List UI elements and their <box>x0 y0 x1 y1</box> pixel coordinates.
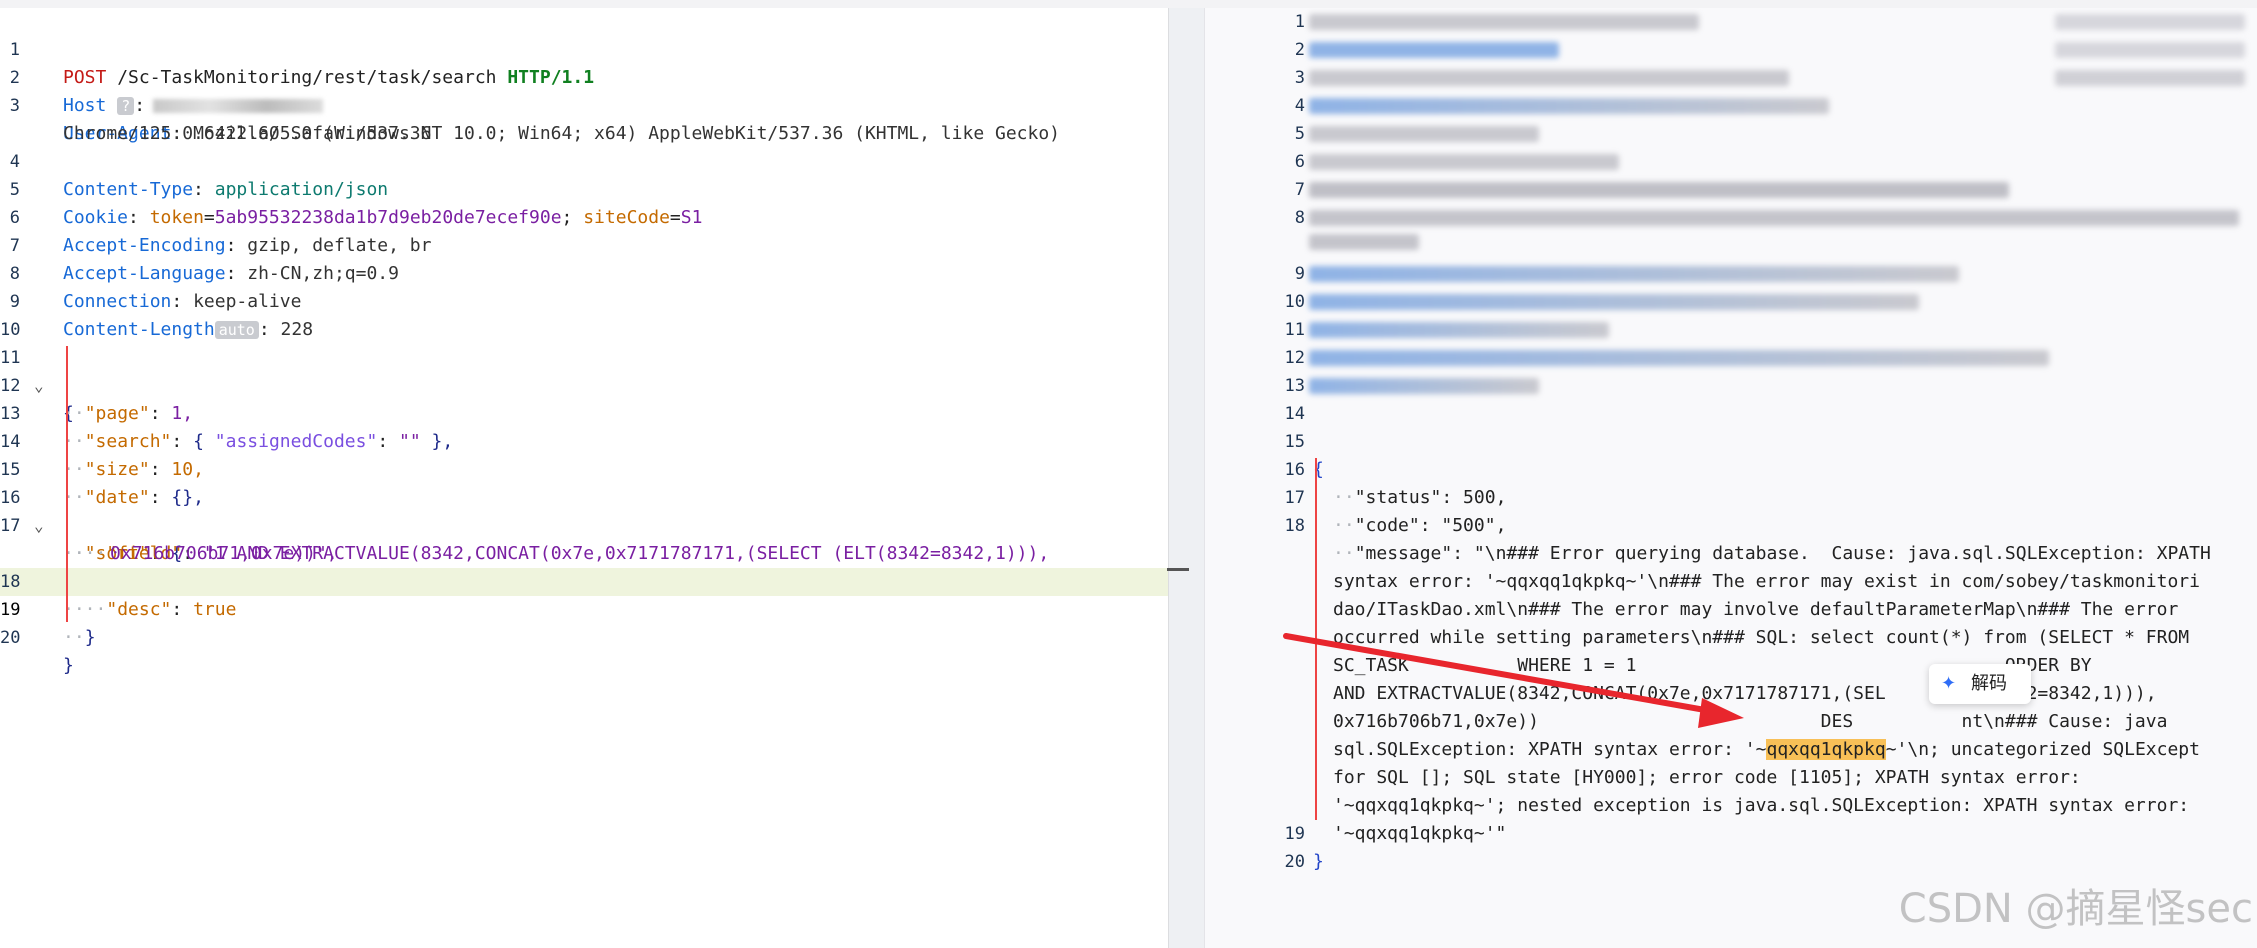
decode-label: 解码 <box>1971 673 2007 694</box>
annotation-arrow-icon <box>1283 633 1744 728</box>
decode-popup-button[interactable]: ✦ 解码 <box>1929 664 2031 704</box>
watermark: CSDN @摘星怪sec <box>1898 886 2253 932</box>
sparkle-icon: ✦ <box>1941 673 1957 694</box>
